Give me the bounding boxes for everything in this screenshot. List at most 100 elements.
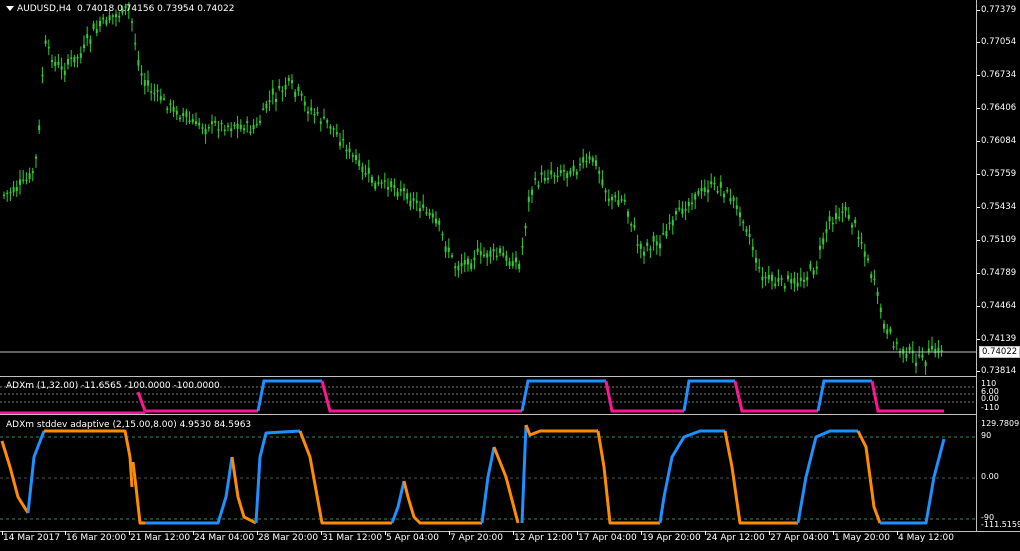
price-chart-canvas[interactable] [0, 0, 976, 376]
candle [287, 75, 290, 86]
time-axis-separator [0, 531, 1020, 532]
candle-body [351, 155, 354, 157]
candle [431, 209, 434, 224]
candle-body [607, 198, 610, 202]
candle-body [723, 193, 725, 198]
candle-body [851, 224, 853, 228]
candle-body [281, 90, 284, 93]
candle [684, 201, 687, 220]
candle-body [908, 346, 911, 351]
candle-body [313, 113, 316, 116]
adxs-tick: 129.7809 [981, 419, 1020, 428]
candle [479, 242, 482, 264]
adx-indicator-pane[interactable]: ADXm (1,32.00) -11.6565 -100.0000 -100.0… [0, 378, 976, 415]
candle-body [521, 246, 524, 248]
candle [518, 260, 521, 273]
candle-body [31, 171, 34, 174]
candle [201, 123, 204, 135]
candle-body [515, 257, 517, 263]
candle [329, 124, 332, 135]
candle [3, 191, 5, 200]
adxs-indicator-pane[interactable]: ADXm stddev adaptive (2,15.00,8.00) 4.95… [0, 417, 976, 531]
candle [345, 144, 348, 160]
adxs-down-line [131, 461, 145, 525]
candle [390, 178, 393, 192]
candle [582, 148, 585, 169]
candle [246, 116, 249, 133]
candle-body [307, 111, 309, 114]
candle [799, 267, 802, 287]
candle-body [675, 211, 677, 215]
candle [758, 258, 761, 273]
price-tick-label: 0.75109 [976, 235, 1017, 245]
candle-body [726, 189, 729, 192]
candle-body [150, 91, 153, 93]
candle [639, 240, 642, 259]
adx-title: ADXm (1,32.00) -11.6565 -100.0000 -100.0… [6, 381, 220, 391]
candle [662, 223, 665, 236]
candle-body [582, 157, 585, 163]
price-chart-pane[interactable]: AUDUSD,H4 0.74018 0.74156 0.73954 0.7402… [0, 0, 976, 377]
candle [761, 267, 764, 289]
candle [499, 245, 501, 257]
adxs-canvas[interactable] [0, 417, 976, 531]
adxs-up-line [658, 429, 725, 524]
candle [598, 166, 601, 184]
candle-body [745, 229, 748, 233]
candle [47, 39, 50, 56]
candle-body [412, 198, 415, 201]
candle [60, 57, 63, 80]
price-tick-label: 0.74464 [976, 301, 1017, 311]
candle [399, 180, 402, 197]
candle [326, 118, 329, 129]
candle [508, 257, 511, 270]
candle [777, 269, 780, 287]
candle-body [364, 173, 367, 175]
candle [729, 188, 732, 205]
candle [825, 221, 828, 243]
candle-body [204, 128, 207, 135]
candle [745, 226, 748, 237]
candle [409, 192, 412, 211]
candle [169, 99, 172, 113]
candle-body [271, 88, 274, 95]
candle [835, 204, 837, 225]
candle-body [425, 211, 428, 214]
candle [303, 95, 306, 112]
candle-body [12, 187, 15, 193]
candle [796, 272, 799, 291]
dropdown-triangle-icon[interactable] [6, 6, 14, 11]
candle-body [463, 260, 466, 265]
candle-body [207, 126, 210, 129]
candle [697, 188, 700, 197]
candle-body [806, 277, 809, 281]
candle-body [47, 46, 50, 49]
candle [566, 170, 569, 187]
candle [844, 202, 847, 218]
candle-body [892, 346, 895, 348]
candle [175, 106, 178, 120]
candle-body [758, 267, 761, 269]
candle-body [822, 238, 825, 245]
candle [476, 240, 479, 255]
candle-body [284, 84, 287, 90]
candle-body [447, 247, 450, 252]
candle [44, 34, 47, 47]
candle-body [278, 86, 281, 89]
ohlc-values: 0.74018 0.74156 0.73954 0.74022 [77, 4, 235, 14]
candle [524, 223, 527, 237]
candle [588, 151, 591, 164]
candle-body [883, 323, 885, 329]
candle [751, 238, 754, 258]
adxs-up-line [480, 446, 496, 524]
adx-down-line [320, 380, 522, 413]
candle-body [771, 274, 773, 281]
candle [393, 178, 396, 197]
candle [841, 203, 844, 223]
candle-body [588, 156, 591, 160]
candle-body [687, 201, 690, 207]
candle-body [73, 56, 76, 63]
candle-body [655, 241, 658, 246]
candle-body [812, 270, 815, 275]
adxs-up-line [520, 424, 528, 524]
